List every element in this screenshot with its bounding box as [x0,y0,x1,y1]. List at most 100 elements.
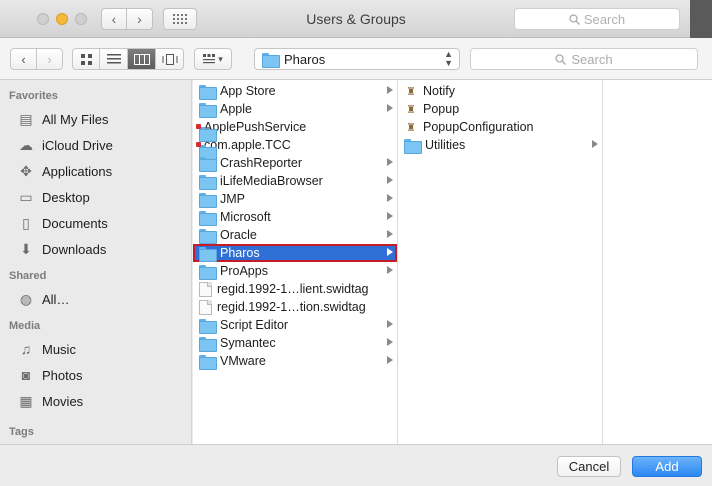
chevron-right-icon: › [47,51,52,67]
item-label: VMware [220,354,266,368]
path-label: Pharos [284,51,326,67]
list-item[interactable]: ApplePushService [193,118,397,136]
item-label: PopupConfiguration [423,120,534,134]
browser-column-2[interactable]: ♜ Notify ♜ Popup ♜ PopupConfiguration Utili… [398,80,603,444]
sidebar-item-photos[interactable]: ◙ Photos [0,362,191,388]
arrange-menu-button[interactable]: ▾ [194,48,232,70]
disclosure-arrow-icon [387,104,393,112]
list-item[interactable]: Microsoft [193,208,397,226]
chevron-down-icon: ▾ [218,53,223,64]
applications-icon: ✥ [20,162,32,179]
list-item[interactable]: regid.1992-1…tion.swidtag [193,298,397,316]
list-item[interactable]: Utilities [398,136,602,154]
title-bar: ‹ › Users & Groups Search [0,0,712,38]
forward-button[interactable]: › [36,48,63,70]
folder-icon [262,52,280,68]
cover-flow-button[interactable] [155,48,184,70]
sidebar-section-tags: Tags [9,426,34,438]
item-label: Pharos [220,246,260,260]
sidebar-item-documents[interactable]: ▯ Documents [0,210,191,236]
film-icon: ▦ [19,392,33,409]
sidebar-item-applications[interactable]: ✥ Applications [0,158,191,184]
item-label: com.apple.TCC [204,138,291,152]
document-icon [199,299,212,315]
path-popup[interactable]: Pharos ▲ ▼ [254,48,460,70]
list-item[interactable]: VMware [193,352,397,370]
item-label: Apple [220,102,252,116]
search-field[interactable]: Search [470,48,698,70]
back-button[interactable]: ‹ [10,48,37,70]
list-item[interactable]: iLifeMediaBrowser [193,172,397,190]
icon-view-icon [80,53,92,65]
window-search-field[interactable]: Search [514,8,680,30]
sidebar-item-shared-all[interactable]: ◍ All… [0,286,191,312]
sidebar-section-media: Media [9,320,41,332]
item-label: Oracle [220,228,257,242]
sidebar-item-movies[interactable]: ▦ Movies [0,388,191,414]
list-item[interactable]: App Store [193,82,397,100]
list-item[interactable]: Symantec [193,334,397,352]
network-icon: ◍ [19,290,33,307]
list-item-selected[interactable]: Pharos [193,244,397,262]
folder-icon [199,228,217,244]
list-item[interactable]: Script Editor [193,316,397,334]
item-label: CrashReporter [220,156,302,170]
downloads-icon: ⬇ [20,240,32,257]
disclosure-arrow-icon [387,266,393,274]
column-view-icon [133,53,150,65]
sidebar: Favorites ▤ All My Files ☁ iCloud Drive … [0,80,192,444]
disclosure-arrow-icon [387,158,393,166]
disclosure-arrow-icon [387,194,393,202]
sidebar-item-downloads[interactable]: ⬇ Downloads [0,236,191,262]
list-item[interactable]: JMP [193,190,397,208]
document-icon [199,281,212,297]
browser-column-3[interactable] [603,80,712,444]
add-button[interactable]: Add [632,456,702,477]
sidebar-item-all-my-files[interactable]: ▤ All My Files [0,106,191,132]
sidebar-item-label: Music [42,341,76,357]
sidebar-item-label: All… [42,291,70,307]
sidebar-item-desktop[interactable]: ▭ Desktop [0,184,191,210]
list-item[interactable]: ♜ PopupConfiguration [398,118,602,136]
list-item[interactable]: ♜ Notify [398,82,602,100]
list-view-button[interactable] [99,48,128,70]
list-item[interactable]: regid.1992-1…lient.swidtag [193,280,397,298]
list-item[interactable]: CrashReporter [193,154,397,172]
sidebar-section-favorites: Favorites [9,90,58,102]
list-item[interactable]: ♜ Popup [398,100,602,118]
sidebar-item-label: All My Files [42,111,109,127]
search-placeholder: Search [571,51,613,67]
sidebar-item-label: Documents [42,215,108,231]
list-item[interactable]: Oracle [193,226,397,244]
disclosure-arrow-icon [387,320,393,328]
list-item[interactable]: com.apple.TCC [193,136,397,154]
documents-icon: ▯ [22,214,30,231]
toolbar: ‹ › ▾ Pharos ▲ ▼ Search [0,38,712,80]
list-view-icon [106,54,121,64]
desktop-icon: ▭ [19,188,33,205]
icon-view-button[interactable] [72,48,100,70]
folder-icon [199,354,217,370]
disclosure-arrow-icon [387,248,393,256]
folder-icon [199,246,217,262]
folder-icon [199,336,217,352]
item-label: JMP [220,192,245,206]
list-item[interactable]: ProApps [193,262,397,280]
cover-flow-icon [162,53,177,65]
sidebar-item-icloud-drive[interactable]: ☁ iCloud Drive [0,132,191,158]
sidebar-item-music[interactable]: ♫ Music [0,336,191,362]
sidebar-item-label: Desktop [42,189,90,205]
search-icon [569,13,580,25]
browser-column-1[interactable]: App Store Apple ApplePushService com.app… [193,80,398,444]
folder-icon [199,84,217,100]
application-icon: ♜ [406,121,416,134]
cancel-button[interactable]: Cancel [557,456,621,477]
folder-icon [404,138,422,154]
list-item[interactable]: Apple [193,100,397,118]
item-label: regid.1992-1…tion.swidtag [217,300,366,314]
item-label: App Store [220,84,276,98]
disclosure-arrow-icon [387,176,393,184]
arrange-icon [203,54,216,64]
column-view-button[interactable] [127,48,156,70]
item-label: Popup [423,102,460,116]
